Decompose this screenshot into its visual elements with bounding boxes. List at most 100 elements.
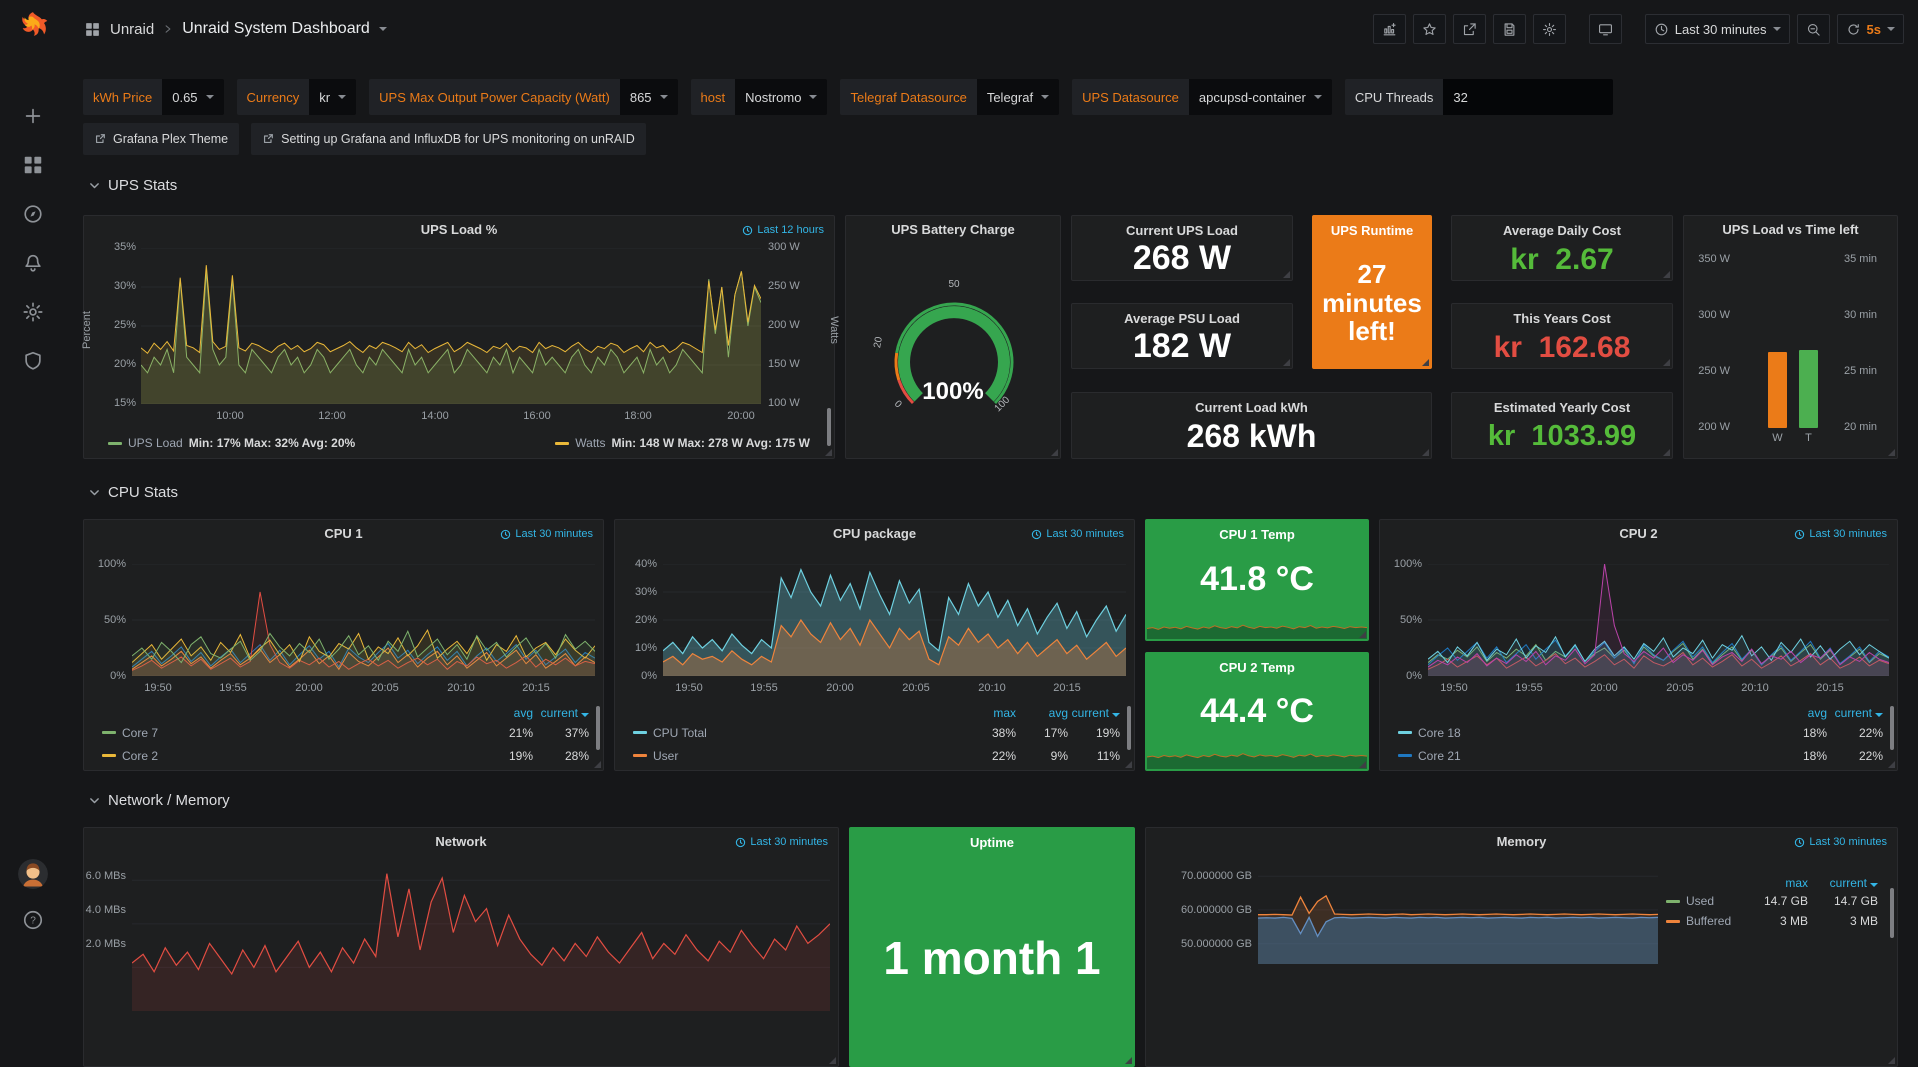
series-name[interactable]: Watts — [575, 436, 605, 450]
variable-label: Currency — [237, 79, 310, 115]
variable-label: host — [691, 79, 736, 115]
panel-average-psu-load: Average PSU Load 182 W — [1071, 303, 1293, 369]
panel-title[interactable]: Network — [84, 834, 838, 849]
series-dash — [102, 754, 116, 757]
stat-value: 268 kWh — [1187, 415, 1317, 458]
series-dash — [555, 442, 569, 445]
page-title[interactable]: Unraid System Dashboard — [182, 20, 370, 38]
variable-value-dropdown[interactable]: Nostromo — [735, 79, 827, 115]
panel-ups-battery-charge: UPS Battery Charge 0 20 50 100 100% — [845, 215, 1061, 459]
panel-title[interactable]: Current Load kWh — [1195, 400, 1308, 415]
panel-title[interactable]: Memory — [1146, 834, 1897, 849]
variable-value-dropdown[interactable]: Telegraf — [977, 79, 1059, 115]
variable-value-dropdown[interactable]: apcupsd-container — [1189, 79, 1332, 115]
legend-scrollbar[interactable] — [1890, 706, 1894, 750]
panel-title[interactable]: Current UPS Load — [1126, 223, 1238, 238]
user-avatar[interactable] — [18, 859, 48, 889]
row-header-ups-stats[interactable]: UPS Stats — [88, 174, 177, 196]
alerting-bell-icon[interactable] — [22, 252, 44, 274]
help-icon[interactable]: ? — [22, 909, 44, 931]
legend-scrollbar[interactable] — [1127, 706, 1131, 750]
panel-title[interactable]: CPU 2 Temp — [1219, 660, 1295, 675]
legend-row: Core 7 21% 37% — [102, 721, 589, 744]
panel-network-graph: Network Last 30 minutes 6.0 MBs 4.0 MBs … — [83, 827, 839, 1067]
row-header-cpu-stats[interactable]: CPU Stats — [88, 481, 178, 503]
stat-value: 41.8 °C — [1200, 542, 1314, 618]
cpu-threads-input[interactable] — [1443, 79, 1613, 115]
grafana-logo[interactable] — [14, 9, 52, 47]
time-override: Last 30 minutes — [1794, 528, 1887, 540]
legend: avgcurrent Core 7 21% 37% Core 2 19% 28% — [102, 704, 589, 767]
variable-currency: Currency kr — [237, 79, 357, 115]
chevron-down-icon — [1314, 95, 1322, 99]
variable-label: UPS Datasource — [1072, 79, 1189, 115]
legend: avgcurrent Core 18 18% 22% Core 21 18% 2… — [1398, 704, 1883, 767]
panel-title[interactable]: Average Daily Cost — [1503, 223, 1621, 238]
breadcrumb-folder[interactable]: Unraid — [110, 21, 154, 38]
legend-row: Core 18 18% 22% — [1398, 721, 1883, 744]
legend-scrollbar[interactable] — [827, 408, 831, 446]
external-link-icon — [94, 133, 106, 145]
legend-scrollbar[interactable] — [1890, 888, 1894, 938]
cpu1-chart[interactable] — [132, 564, 595, 676]
tv-kiosk-button[interactable] — [1589, 14, 1622, 44]
legend-scrollbar[interactable] — [596, 706, 600, 750]
title-caret-icon[interactable] — [379, 27, 387, 31]
navbar: Unraid Unraid System Dashboard Last 30 m… — [66, 0, 1918, 58]
panel-title[interactable]: CPU 1 Temp — [1219, 527, 1295, 542]
legend-row: Core 2 19% 28% — [102, 744, 589, 767]
bar-time-left — [1799, 350, 1818, 428]
refresh-icon — [1846, 22, 1861, 37]
variable-value-dropdown[interactable]: 865 — [620, 79, 678, 115]
series-dash — [1398, 754, 1412, 757]
zoom-out-button[interactable] — [1797, 14, 1830, 44]
dashboards-grid-icon[interactable] — [22, 154, 44, 176]
stat-value: kr 1033.99 — [1488, 415, 1636, 458]
save-button[interactable] — [1493, 14, 1526, 44]
cpu2-chart[interactable] — [1428, 564, 1889, 676]
row-header-network-memory[interactable]: Network / Memory — [88, 789, 230, 811]
variable-value-dropdown[interactable]: 0.65 — [162, 79, 223, 115]
panel-this-years-cost: This Years Cost kr 162.68 — [1451, 303, 1673, 369]
panel-title[interactable]: Average PSU Load — [1124, 311, 1240, 326]
panel-title[interactable]: Estimated Yearly Cost — [1494, 400, 1630, 415]
dashboard-link-ups-guide[interactable]: Setting up Grafana and InfluxDB for UPS … — [251, 123, 646, 155]
time-picker-button[interactable]: Last 30 minutes — [1645, 14, 1790, 44]
network-chart[interactable] — [132, 861, 830, 1011]
navbar-actions: Last 30 minutes 5s — [1373, 14, 1904, 44]
panel-title[interactable]: UPS Load vs Time left — [1684, 222, 1897, 237]
clock-icon — [500, 529, 511, 540]
series-name[interactable]: UPS Load — [128, 436, 183, 450]
cpu-package-chart[interactable] — [663, 564, 1126, 676]
refresh-button[interactable]: 5s — [1837, 14, 1904, 44]
panel-title[interactable]: Uptime — [970, 835, 1014, 850]
time-range-label: Last 30 minutes — [1675, 22, 1767, 37]
panel-title[interactable]: UPS Runtime — [1331, 223, 1413, 238]
configuration-gear-icon[interactable] — [22, 301, 44, 323]
cpu2-temp-sparkline — [1147, 739, 1367, 769]
time-override: Last 12 hours — [742, 224, 824, 236]
memory-chart[interactable] — [1258, 861, 1658, 964]
variable-ups-datasource: UPS Datasource apcupsd-container — [1072, 79, 1332, 115]
series-dash — [1398, 731, 1412, 734]
dashboard-link-plex-theme[interactable]: Grafana Plex Theme — [83, 123, 239, 155]
panel-title[interactable]: UPS Load % — [84, 222, 834, 237]
explore-compass-icon[interactable] — [22, 203, 44, 225]
clock-icon — [1031, 529, 1042, 540]
ups-load-chart[interactable] — [141, 248, 761, 404]
panel-title[interactable]: UPS Battery Charge — [846, 222, 1060, 237]
add-panel-button[interactable] — [1373, 14, 1406, 44]
add-icon[interactable] — [22, 105, 44, 127]
variable-value-dropdown[interactable]: kr — [309, 79, 356, 115]
share-button[interactable] — [1453, 14, 1486, 44]
server-admin-shield-icon[interactable] — [22, 350, 44, 372]
chevron-down-icon — [809, 95, 817, 99]
star-button[interactable] — [1413, 14, 1446, 44]
y-axis-unit-right: Watts — [828, 316, 840, 344]
dashboard-settings-button[interactable] — [1533, 14, 1566, 44]
clock-icon — [742, 225, 753, 236]
bar-gauge-plot[interactable] — [1736, 260, 1836, 428]
panel-title[interactable]: This Years Cost — [1513, 311, 1610, 326]
panel-ups-load-vs-time: UPS Load vs Time left 350 W 300 W 250 W … — [1683, 215, 1898, 459]
legend: maxavgcurrent CPU Total 38% 17% 19% User… — [633, 704, 1120, 767]
